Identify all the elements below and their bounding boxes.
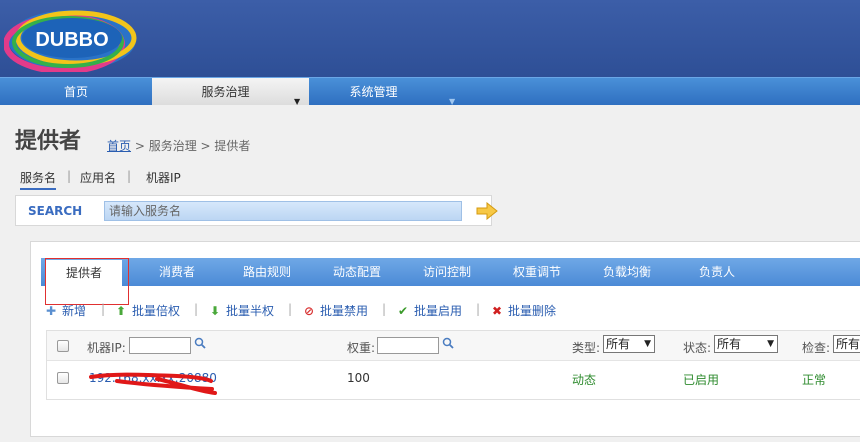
svg-text:DUBBO: DUBBO (35, 29, 108, 51)
tab-weight-adjust[interactable]: 权重调节 (497, 258, 577, 286)
status-cell: 已启用 (683, 373, 720, 387)
half-weight-icon: ⬇ (210, 304, 221, 318)
app-header: DUBBO (0, 0, 860, 77)
separator: | (127, 169, 132, 183)
status-filter-select[interactable]: 所有 ▼ (714, 335, 778, 353)
page-title: 提供者 (15, 129, 82, 154)
breadcrumb-home-link[interactable]: 首页 (107, 139, 131, 153)
ip-filter-input[interactable] (129, 337, 191, 354)
status-column-header: 状态: (683, 341, 712, 355)
search-icon[interactable] (194, 337, 206, 349)
check-cell: 正常 (802, 373, 827, 387)
subtab-machine-ip[interactable]: 机器IP (146, 169, 181, 186)
subtab-service-name[interactable]: 服务名 (20, 169, 57, 190)
search-box: SEARCH (15, 195, 498, 226)
search-input[interactable] (104, 201, 462, 221)
tab-dynamic-config[interactable]: 动态配置 (317, 258, 397, 286)
tab-consumers[interactable]: 消费者 (137, 258, 217, 286)
row-checkbox[interactable] (57, 372, 69, 384)
check-filter-select[interactable]: 所有 (833, 335, 860, 353)
tab-access-control[interactable]: 访问控制 (407, 258, 487, 286)
separator: | (67, 169, 72, 183)
dropdown-arrow-icon: ▼ (767, 339, 774, 349)
select-all-checkbox[interactable] (57, 340, 69, 352)
table-row[interactable]: 192.168.xx.xx:20880 100 动态 已启用 正常 (47, 361, 860, 396)
weight-filter-input[interactable] (377, 337, 439, 354)
separator: | (476, 302, 481, 316)
search-go-arrow-icon[interactable] (475, 202, 499, 220)
enable-icon: ✔ (398, 304, 409, 318)
double-weight-icon: ⬆ (116, 304, 127, 318)
breadcrumb: 首页 > 服务治理 > 提供者 (107, 137, 250, 154)
batch-double-weight-button[interactable]: ⬆ 批量倍权 (116, 302, 180, 319)
dubbo-logo[interactable]: DUBBO (4, 4, 140, 72)
type-filter-select[interactable]: 所有 ▼ (603, 335, 655, 353)
tab-owner[interactable]: 负责人 (677, 258, 757, 286)
function-tabbar: 提供者 消费者 路由规则 动态配置 访问控制 权重调节 负载均衡 负责人 (41, 258, 860, 286)
weight-column-header: 权重: (347, 341, 376, 355)
separator: | (194, 302, 199, 316)
nav-item-service-governance[interactable]: 服务治理 ▼ (152, 78, 309, 106)
tab-routes[interactable]: 路由规则 (227, 258, 307, 286)
type-cell: 动态 (572, 373, 597, 387)
dropdown-arrow-icon: ▼ (644, 339, 651, 349)
batch-half-weight-button[interactable]: ⬇ 批量半权 (210, 302, 274, 319)
providers-table: 机器IP: 权重: 类型: 所有 ▼ 状态: 所有 ▼ 检查: 所有 192.168… (46, 330, 860, 400)
add-button[interactable]: ✚ 新增 (46, 302, 86, 319)
search-icon[interactable] (442, 337, 454, 349)
main-nav: 首页 服务治理 ▼ 系统管理 ▼ (0, 77, 860, 106)
nav-item-home[interactable]: 首页 (0, 78, 152, 106)
redaction-scribble (89, 372, 217, 395)
separator: | (101, 302, 106, 316)
add-icon: ✚ (46, 304, 57, 318)
batch-delete-button[interactable]: ✖ 批量删除 (492, 302, 556, 319)
batch-enable-button[interactable]: ✔ 批量启用 (398, 302, 462, 319)
weight-cell: 100 (347, 371, 370, 385)
highlight-box (45, 258, 129, 305)
separator: | (288, 302, 293, 316)
separator: | (382, 302, 387, 316)
type-column-header: 类型: (572, 341, 601, 355)
providers-panel: 提供者 消费者 路由规则 动态配置 访问控制 权重调节 负载均衡 负责人 ✚ 新增… (30, 241, 860, 437)
ip-column-header: 机器IP: (87, 341, 126, 355)
subtab-application-name[interactable]: 应用名 (80, 169, 116, 186)
disable-icon: ⊘ (304, 304, 315, 318)
batch-disable-button[interactable]: ⊘ 批量禁用 (304, 302, 368, 319)
tab-load-balance[interactable]: 负载均衡 (587, 258, 667, 286)
content-area: 提供者 首页 > 服务治理 > 提供者 服务名 | 应用名 | 机器IP SEA… (0, 105, 860, 442)
search-label: SEARCH (28, 204, 83, 218)
breadcrumb-trail: > 服务治理 > 提供者 (131, 139, 251, 153)
delete-icon: ✖ (492, 304, 503, 318)
table-header: 机器IP: 权重: 类型: 所有 ▼ 状态: 所有 ▼ 检查: 所有 (47, 331, 860, 361)
nav-item-system-management[interactable]: 系统管理 ▼ (309, 78, 466, 106)
check-column-header: 检查: (802, 341, 831, 355)
